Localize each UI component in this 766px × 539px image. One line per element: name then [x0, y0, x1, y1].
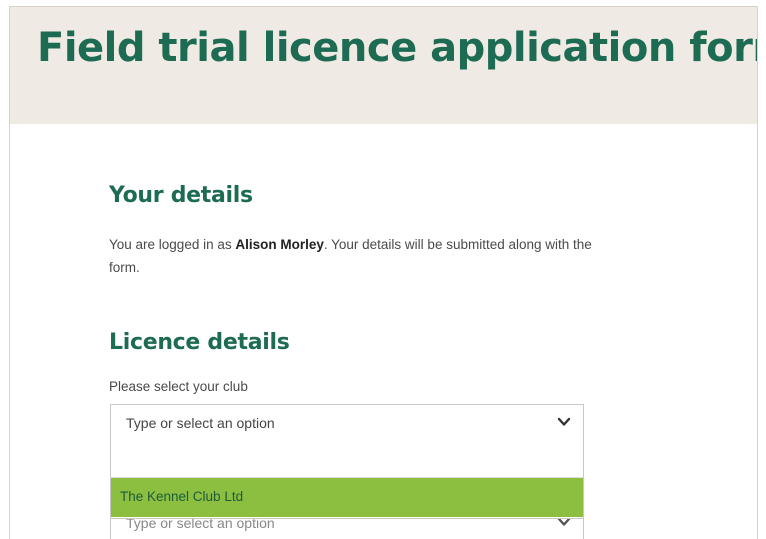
licence-details-heading: Licence details	[109, 330, 290, 355]
user-name: Alison Morley	[235, 237, 324, 252]
dropdown-option-label: The Kennel Club Ltd	[120, 489, 244, 504]
your-details-heading: Your details	[109, 183, 253, 208]
dropdown-option-kennel-club[interactable]: The Kennel Club Ltd	[111, 478, 583, 517]
login-info-text: You are logged in as Alison Morley. Your…	[109, 237, 592, 275]
header-banner: Field trial licence application form	[10, 7, 757, 124]
club-select[interactable]: Type or select an option	[110, 404, 584, 441]
dropdown-search-input[interactable]	[111, 440, 583, 478]
page-title: Field trial licence application form	[37, 25, 758, 71]
form-page: Field trial licence application form You…	[9, 6, 758, 539]
chevron-down-icon[interactable]	[556, 414, 572, 430]
club-select-placeholder: Type or select an option	[126, 415, 275, 431]
club-dropdown-list: The Kennel Club Ltd	[110, 440, 584, 519]
club-select-label: Please select your club	[109, 379, 248, 394]
